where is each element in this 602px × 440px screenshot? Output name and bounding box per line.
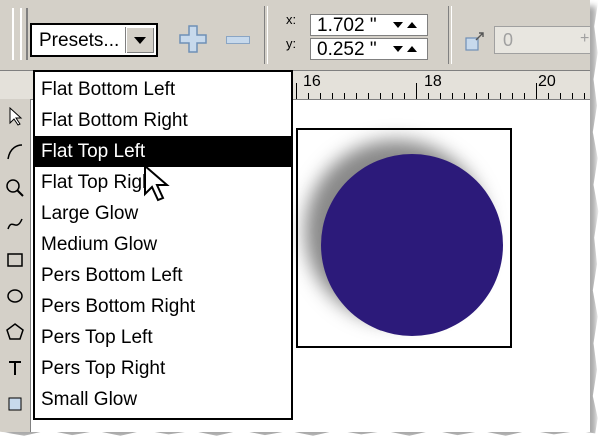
- ruler-tick: [404, 93, 405, 99]
- ruler-tick: [560, 93, 561, 99]
- plus-spin-icon[interactable]: +: [580, 30, 590, 48]
- ruler-tick: [296, 83, 297, 99]
- ruler-tick: [392, 93, 393, 99]
- menu-item-flat-bottom-right[interactable]: Flat Bottom Right: [35, 105, 291, 136]
- text-tool-icon[interactable]: [4, 357, 26, 379]
- property-bar: Presets... x: 1.702 " y: 0.252 " 0 +: [0, 0, 590, 71]
- presets-dropdown-label: Presets...: [39, 30, 120, 51]
- circle-shape-with-shadow[interactable]: [321, 154, 503, 336]
- menu-item-flat-bottom-left[interactable]: Flat Bottom Left: [35, 74, 291, 105]
- ruler-tick: [332, 93, 333, 99]
- toolbar-separator: [448, 6, 452, 64]
- freehand-tool-icon[interactable]: [4, 213, 26, 235]
- ruler-tick: [536, 83, 537, 99]
- toolbar-grip-secondary[interactable]: [20, 8, 28, 60]
- ruler-tick: [488, 93, 489, 99]
- y-offset-value: 0.252 ": [317, 39, 377, 60]
- menu-item-medium-glow[interactable]: Medium Glow: [35, 229, 291, 260]
- interactive-tool-icon[interactable]: [4, 393, 26, 415]
- ruler-tick: [572, 93, 573, 99]
- remove-preset-icon[interactable]: [226, 36, 250, 44]
- ruler-tick: [320, 93, 321, 99]
- ruler-label: 20: [538, 73, 556, 90]
- ruler-tick: [368, 93, 369, 99]
- ruler-tick: [380, 93, 381, 99]
- pick-tool-icon[interactable]: [4, 105, 26, 127]
- menu-item-pers-top-right[interactable]: Pers Top Right: [35, 353, 291, 384]
- mouse-cursor-icon: [144, 164, 170, 202]
- spin-down-icon[interactable]: [393, 22, 403, 28]
- presets-dropdown[interactable]: Presets...: [30, 23, 158, 57]
- menu-item-pers-bottom-right[interactable]: Pers Bottom Right: [35, 291, 291, 322]
- ruler-tick: [356, 93, 357, 99]
- shadow-offset-icon[interactable]: [464, 32, 486, 52]
- ruler-tick: [500, 93, 501, 99]
- shape-tool-icon[interactable]: [4, 141, 26, 163]
- y-spinner[interactable]: [393, 42, 423, 56]
- toolbox: [0, 99, 31, 432]
- ruler-tick: [344, 93, 345, 99]
- ruler-tick: [548, 93, 549, 99]
- add-preset-icon[interactable]: [178, 24, 208, 54]
- ruler-tick: [524, 93, 525, 99]
- spin-up-icon[interactable]: [407, 46, 417, 52]
- ruler-tick: [584, 93, 585, 99]
- x-label: x:: [286, 12, 297, 27]
- ruler-tick: [452, 93, 453, 99]
- ruler-tick: [416, 83, 417, 99]
- zoom-tool-icon[interactable]: [4, 177, 26, 199]
- spin-down-icon[interactable]: [393, 46, 403, 52]
- ruler-tick: [440, 93, 441, 99]
- ruler-label: 18: [424, 73, 442, 90]
- presets-menu: Flat Bottom Left Flat Bottom Right Flat To…: [33, 70, 293, 420]
- menu-item-flat-top-left[interactable]: Flat Top Left: [35, 136, 291, 167]
- polygon-tool-icon[interactable]: [4, 321, 26, 343]
- app-window: Presets... x: 1.702 " y: 0.252 " 0 + 16 …: [0, 0, 590, 432]
- menu-item-pers-top-left[interactable]: Pers Top Left: [35, 322, 291, 353]
- spin-up-icon[interactable]: [407, 22, 417, 28]
- y-label: y:: [286, 36, 297, 51]
- chevron-down-icon[interactable]: [125, 27, 154, 53]
- ellipse-tool-icon[interactable]: [4, 285, 26, 307]
- torn-edge: [592, 0, 602, 440]
- ruler-tick: [476, 93, 477, 99]
- y-offset-field[interactable]: 0.252 ": [310, 38, 428, 60]
- ruler-label: 16: [303, 73, 321, 90]
- toolbar-separator: [264, 6, 268, 64]
- x-offset-field[interactable]: 1.702 ": [310, 14, 428, 36]
- ruler-tick: [512, 93, 513, 99]
- menu-item-small-glow[interactable]: Small Glow: [35, 384, 291, 415]
- ruler-tick: [308, 93, 309, 99]
- rectangle-tool-icon[interactable]: [4, 249, 26, 271]
- menu-item-pers-bottom-left[interactable]: Pers Bottom Left: [35, 260, 291, 291]
- ruler-tick: [428, 93, 429, 99]
- x-offset-value: 1.702 ": [317, 15, 377, 36]
- ruler-tick: [464, 93, 465, 99]
- x-spinner[interactable]: [393, 18, 423, 32]
- shadow-angle-field[interactable]: 0: [494, 26, 590, 54]
- shadow-angle-value: 0: [503, 30, 514, 50]
